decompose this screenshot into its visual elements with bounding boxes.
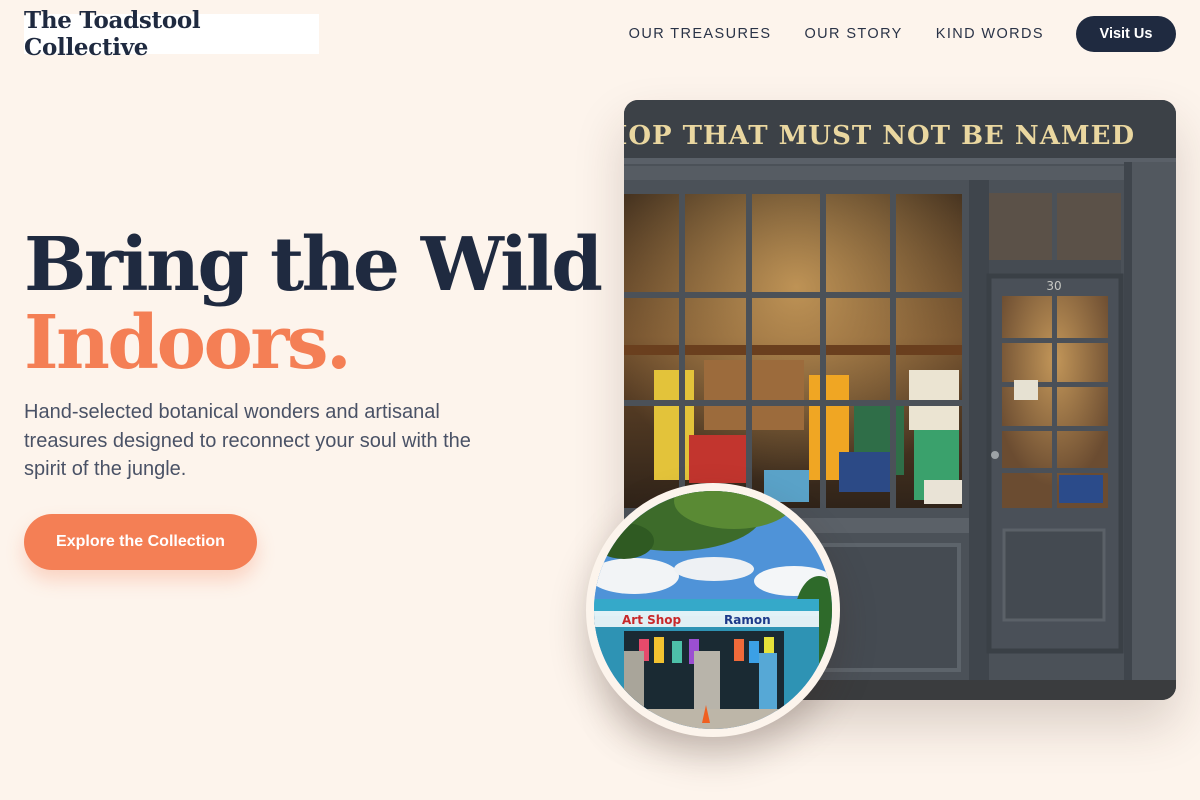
nav-link-our-story[interactable]: OUR STORY (804, 26, 902, 42)
explore-collection-button[interactable]: Explore the Collection (24, 514, 257, 570)
art-shop-photo: Art Shop Ramon (586, 483, 840, 737)
hero-subtitle: Hand-selected botanical wonders and arti… (24, 401, 471, 480)
nav-link-our-treasures[interactable]: OUR TREASURES (629, 26, 772, 42)
hero-title: Bring the Wild Indoors. (24, 222, 603, 386)
hero-title-line-1: Bring the Wild (24, 222, 603, 308)
visit-us-button[interactable]: Visit Us (1076, 16, 1176, 52)
shop-sign-text: SHOP THAT MUST NOT BE NAMED (624, 121, 1135, 151)
door-number: 30 (1046, 279, 1061, 293)
brand-logo[interactable]: The Toadstool Collective (24, 7, 319, 61)
main-nav: OUR TREASURES OUR STORY KIND WORDS Visit… (629, 16, 1176, 52)
nav-link-kind-words[interactable]: KIND WORDS (936, 26, 1044, 42)
ramon-sign-text: Ramon (724, 613, 771, 627)
art-shop-sign-text: Art Shop (622, 613, 682, 627)
hero-title-line-2: Indoors. (24, 300, 352, 386)
